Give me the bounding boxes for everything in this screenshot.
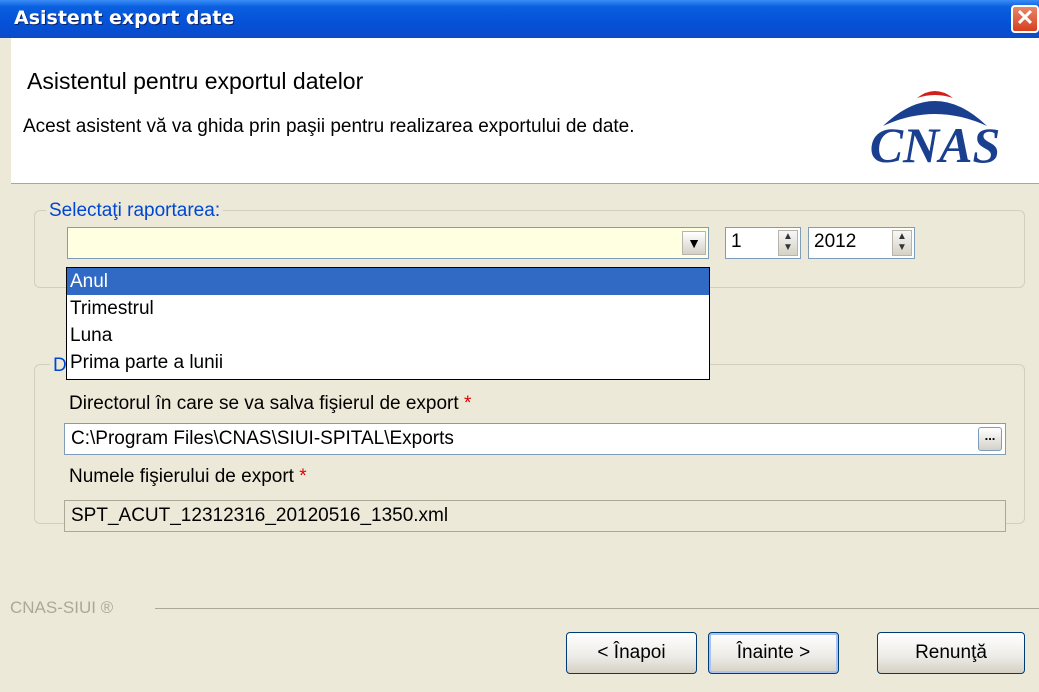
period-stepper[interactable]: 1 ▲ ▼ bbox=[725, 227, 801, 259]
next-button[interactable]: Înainte > bbox=[708, 632, 839, 674]
wizard-header: Asistentul pentru exportul datelor Acest… bbox=[11, 38, 1039, 184]
required-mark: * bbox=[299, 466, 307, 487]
window-titlebar: Asistent export date ✕ bbox=[0, 0, 1039, 38]
required-mark: * bbox=[463, 393, 472, 414]
directory-value: C:\Program Files\CNAS\SIUI-SPITAL\Export… bbox=[71, 428, 454, 449]
header-title: Asistentul pentru exportul datelor bbox=[27, 68, 364, 94]
period-value: 1 bbox=[731, 231, 742, 252]
dropdown-option-trimestrul[interactable]: Trimestrul bbox=[67, 295, 709, 322]
cnas-logo: CNAS bbox=[870, 91, 1001, 168]
file-name-value: SPT_ACUT_12312316_20120516_1350.xml bbox=[71, 505, 449, 526]
dropdown-option-anul[interactable]: Anul bbox=[67, 268, 709, 295]
report-type-dropdown: Anul Trimestrul Luna Prima parte a lunii bbox=[66, 267, 710, 380]
year-value: 2012 bbox=[814, 231, 857, 252]
report-type-combo[interactable]: ▼ bbox=[67, 227, 709, 259]
footer-divider bbox=[155, 608, 1039, 609]
file-name-label: Numele fişierului de export * bbox=[69, 466, 307, 487]
dropdown-option-prima-parte[interactable]: Prima parte a lunii bbox=[67, 349, 709, 376]
directory-field[interactable]: C:\Program Files\CNAS\SIUI-SPITAL\Export… bbox=[64, 423, 1006, 455]
close-icon: ✕ bbox=[1015, 5, 1035, 30]
back-button[interactable]: < Înapoi bbox=[566, 632, 697, 674]
directory-label: Directorul în care se va salva fişierul … bbox=[69, 393, 472, 414]
cancel-button[interactable]: Renunţă bbox=[877, 632, 1025, 674]
dropdown-option-luna[interactable]: Luna bbox=[67, 322, 709, 349]
period-spin-icon[interactable]: ▲ ▼ bbox=[778, 230, 798, 256]
logo-text: CNAS bbox=[870, 117, 1001, 168]
close-button[interactable]: ✕ bbox=[1011, 5, 1039, 33]
year-spin-icon[interactable]: ▲ ▼ bbox=[892, 230, 912, 256]
browse-button[interactable]: ... bbox=[978, 427, 1002, 451]
file-name-field: SPT_ACUT_12312316_20120516_1350.xml bbox=[64, 500, 1006, 532]
year-stepper[interactable]: 2012 ▲ ▼ bbox=[808, 227, 915, 259]
footer-brand: CNAS-SIUI ® bbox=[10, 598, 114, 617]
window-title: Asistent export date bbox=[14, 7, 235, 29]
report-group-legend: Selectaţi raportarea: bbox=[46, 200, 224, 222]
chevron-down-icon[interactable]: ▼ bbox=[682, 231, 706, 255]
header-subtitle: Acest asistent vă va ghida prin paşii pe… bbox=[23, 116, 635, 137]
